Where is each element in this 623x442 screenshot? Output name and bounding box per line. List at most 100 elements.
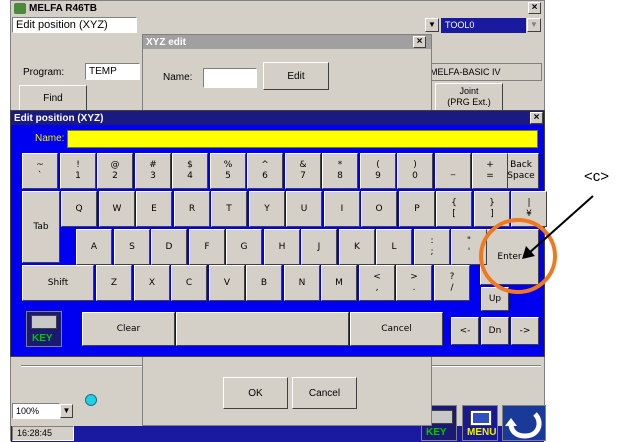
main-title: MELFA R46TB [29,3,97,14]
xyz-edit-button[interactable]: Edit [263,62,329,90]
key-r[interactable]: R [174,191,210,227]
xyz-edit-label: Edit [287,70,305,82]
tool-select[interactable]: ▼ TOOL0 ▼ [425,17,542,34]
key-m[interactable]: M [321,265,357,301]
key-j[interactable]: J [301,229,337,265]
key-row1-7-char: 7 [300,171,306,181]
key-tab[interactable]: Tab [22,191,60,263]
keyboard-name-input[interactable] [67,130,538,148]
key-f[interactable]: F [189,229,225,265]
key-row3-extra-0-char: ; [430,247,434,257]
key-o[interactable]: O [361,191,397,227]
find-button[interactable]: Find [19,85,87,111]
xyz-name-input[interactable] [203,68,257,88]
key-row1-4[interactable]: $4 [172,153,208,189]
key-row2-extra-0[interactable]: {[ [436,191,472,227]
key-row1-6[interactable]: ^ 6 [247,153,283,189]
key-t[interactable]: T [211,191,247,227]
key-c[interactable]: C [171,265,207,301]
key-row4-extra-1[interactable]: >. [396,265,432,301]
keyboard-close-button[interactable]: × [530,112,543,124]
xyz-edit-title-bar: XYZ edit [143,35,431,49]
key-row1-12[interactable]: + = [472,153,508,189]
key-n-label: N [298,277,306,288]
key-x[interactable]: X [134,265,170,301]
xyz-cancel-button[interactable]: Cancel [292,377,357,409]
return-button[interactable] [502,405,546,441]
keyboard-toggle-button[interactable]: KEY [26,311,62,347]
zoom-dropdown-arrow[interactable]: ▼ [60,404,73,418]
key-row1-8[interactable]: * 8 [322,153,358,189]
key-row1-0[interactable]: ~ ` [22,153,58,189]
key-row1-1[interactable]: ! 1 [60,153,96,189]
key-backspace[interactable]: Back Space [503,153,539,189]
key-shift[interactable]: Shift [22,265,94,301]
key-row1-9[interactable]: (9 [360,153,396,189]
menu-shortcut-button[interactable]: MENU [462,405,498,441]
xyz-ok-button[interactable]: OK [223,377,288,409]
menu-select[interactable]: Edit position (XYZ) [12,17,137,33]
keyboard-title-bar: Edit position (XYZ) [11,111,544,125]
key-row1-7[interactable]: & 7 [285,153,321,189]
key-l[interactable]: L [376,229,412,265]
joint-button[interactable]: Joint (PRG Ext.) [435,83,503,111]
key-row1-5[interactable]: % 5 [210,153,246,189]
key-d[interactable]: D [151,229,187,265]
key-row1-11[interactable]: _ [435,153,471,189]
main-close-button[interactable]: × [528,2,541,14]
key-g[interactable]: G [226,229,262,265]
key-row1-8-shift-char: * [337,160,343,170]
key-p[interactable]: P [399,191,435,227]
key-y[interactable]: Y [249,191,285,227]
key-row1-0-shift-char: ~ [36,160,44,170]
key-b[interactable]: B [246,265,282,301]
clock: 16:28:45 [17,428,53,438]
key-clear[interactable]: Clear [82,312,175,346]
key-row2-extra-1[interactable]: }] [474,191,510,227]
key-row3-extra-1[interactable]: " ' [451,229,487,265]
tool-dropdown-arrow-2[interactable]: ▼ [527,18,541,32]
key-p-label: P [414,203,420,214]
key-row1-2[interactable]: @2 [97,153,133,189]
key-down-label: Dn [488,325,502,336]
main-title-bar: MELFA R46TB [11,1,544,16]
key-down[interactable]: Dn [481,317,509,345]
key-row1-10[interactable]: ) 0 [397,153,433,189]
key-row4-extra-2[interactable]: ? / [434,265,470,301]
key-w[interactable]: W [99,191,135,227]
key-a[interactable]: A [76,229,112,265]
key-cancel[interactable]: Cancel [350,312,443,346]
zoom-select[interactable]: 100% [12,403,60,419]
key-row2-extra-0-shift-char: { [451,198,457,208]
key-space[interactable] [176,312,349,346]
key-row1-6-char: 6 [262,171,268,181]
key-k[interactable]: K [339,229,375,265]
key-h[interactable]: H [264,229,300,265]
key-z[interactable]: Z [96,265,132,301]
key-i[interactable]: I [324,191,360,227]
key-row4-extra-1-shift-char: > [410,272,418,282]
key-row1-9-shift-char: ( [376,160,380,170]
joint-label: Joint (PRG Ext.) [447,86,491,107]
key-row1-3[interactable]: #3 [135,153,171,189]
key-v[interactable]: V [209,265,245,301]
key-row1-0-char: ` [37,171,43,181]
keyboard-toggle-label: KEY [32,333,53,344]
key-up[interactable]: Up [481,287,509,311]
key-left[interactable]: <- [451,317,479,345]
key-row4-extra-0[interactable]: <, [359,265,395,301]
key-s[interactable]: S [114,229,150,265]
xyz-edit-close-button[interactable]: × [413,36,426,48]
key-q[interactable]: Q [61,191,97,227]
key-row2-extra-2[interactable]: | ¥ [511,191,547,227]
tool-dropdown-arrow[interactable]: ▼ [425,18,439,32]
key-n[interactable]: N [284,265,320,301]
key-right[interactable]: -> [511,317,539,345]
key-enter[interactable]: Enter [480,229,539,285]
program-field[interactable]: TEMP [85,63,140,80]
key-row2-extra-2-char: ¥ [526,209,532,219]
key-e[interactable]: E [136,191,172,227]
key-up-label: Up [488,293,502,304]
key-u[interactable]: U [286,191,322,227]
key-row3-extra-0[interactable]: :; [414,229,450,265]
